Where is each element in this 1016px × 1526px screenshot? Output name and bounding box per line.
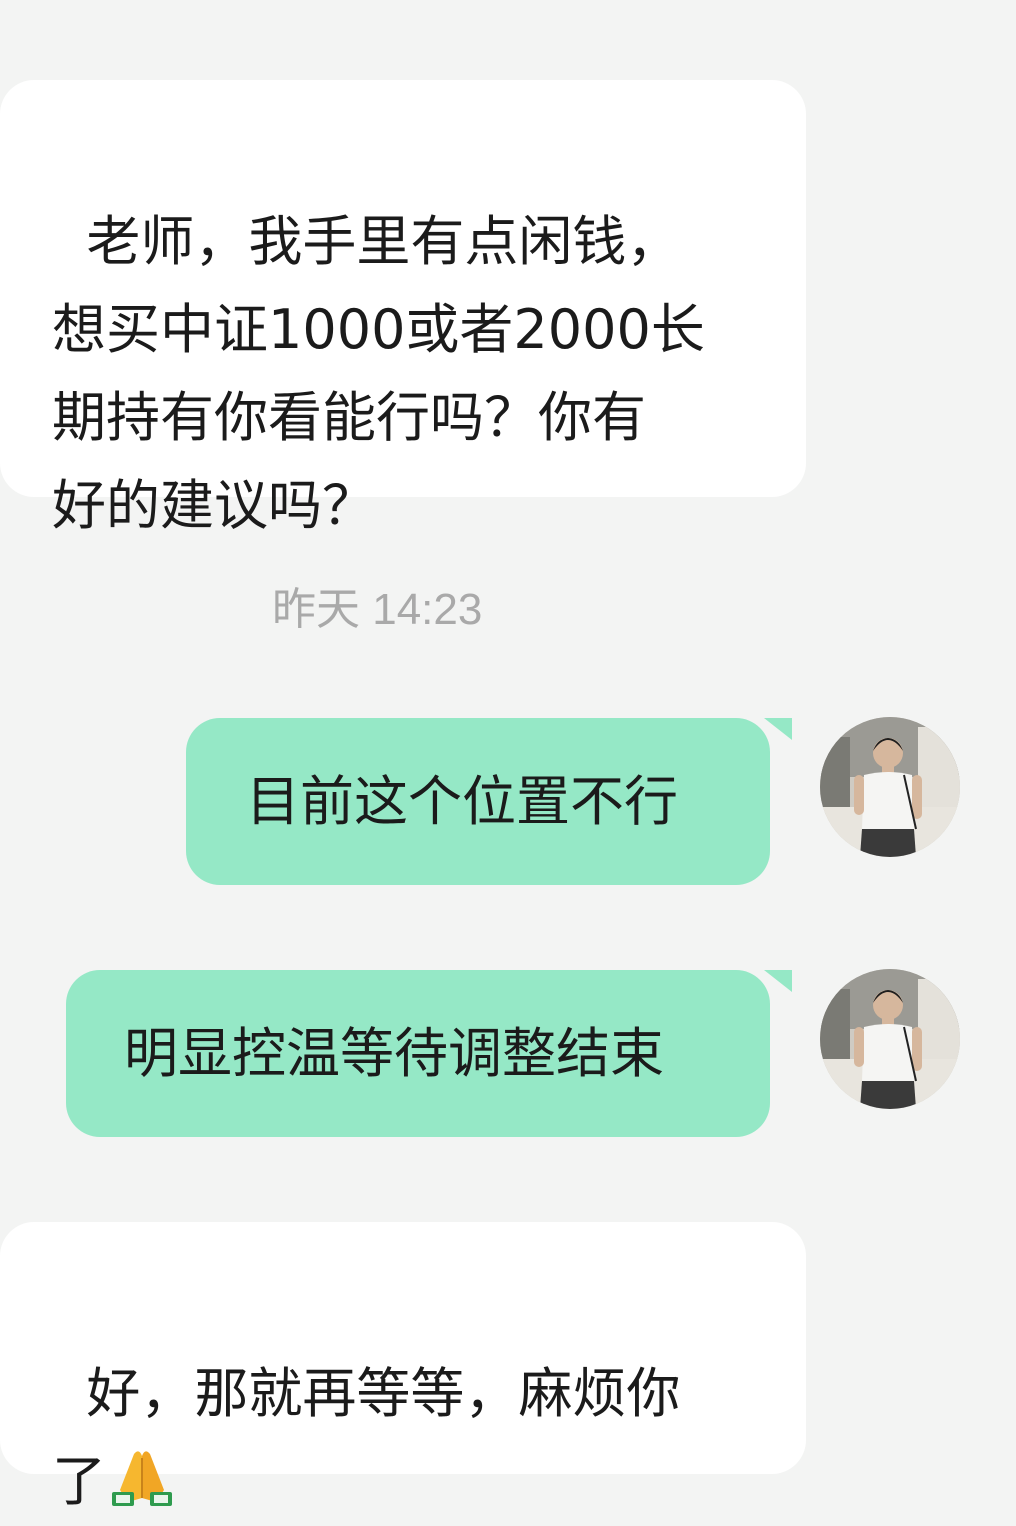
message-text: 明显控温等待调整结束: [124, 1021, 664, 1085]
message-text: 老师，我手里有点闲钱， 想买中证1000或者2000长 期持有你看能行吗？你有 …: [52, 210, 705, 537]
avatar-photo-icon: [820, 717, 960, 857]
message-timestamp: 昨天 14:23: [272, 585, 483, 634]
incoming-message-bubble[interactable]: 老师，我手里有点闲钱， 想买中证1000或者2000长 期持有你看能行吗？你有 …: [0, 80, 806, 537]
message-text: 目前这个位置不行: [246, 769, 678, 833]
bubble-tail: [764, 718, 792, 740]
folded-hands-emoji-icon: [112, 1451, 172, 1506]
user-avatar[interactable]: [820, 717, 960, 857]
outgoing-message-bubble[interactable]: 明显控温等待调整结束: [66, 970, 770, 1137]
outgoing-message-bubble[interactable]: 目前这个位置不行: [186, 718, 770, 885]
user-avatar[interactable]: [820, 969, 960, 1109]
avatar-photo-icon: [820, 969, 960, 1109]
bubble-tail: [764, 970, 792, 992]
incoming-message-bubble[interactable]: 好，那就再等等，麻烦你 了: [0, 1222, 806, 1513]
